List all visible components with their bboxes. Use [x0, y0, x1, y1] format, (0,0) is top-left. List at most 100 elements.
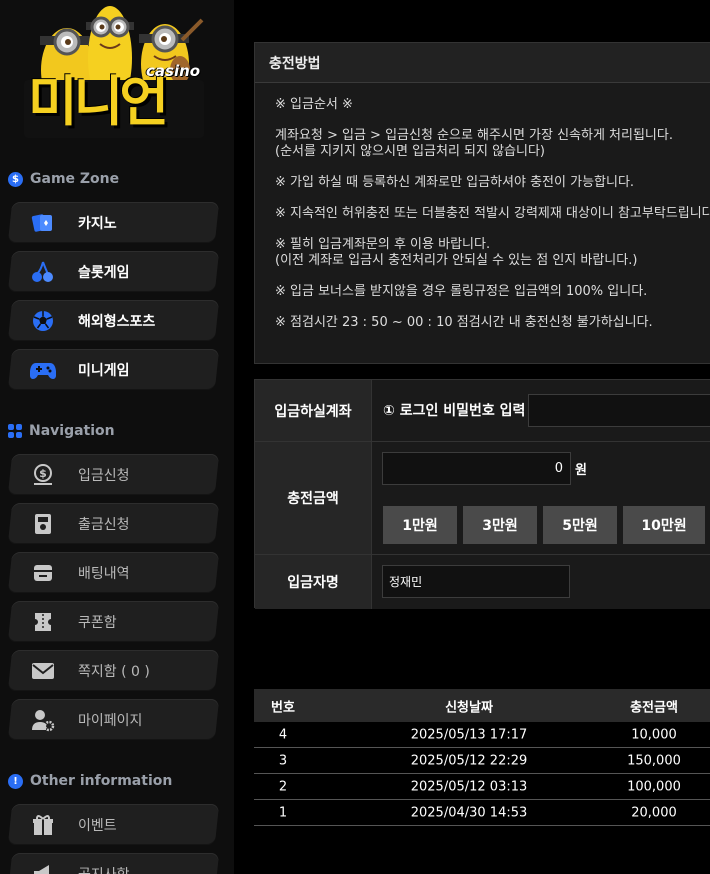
sidebar-item-label: 카지노 [78, 215, 117, 232]
soccer-ball-icon [30, 308, 56, 334]
grid-icon [8, 424, 22, 438]
sidebar-item-slot[interactable]: 슬롯게임 [7, 251, 220, 292]
sidebar-item-label: 마이페이지 [78, 712, 143, 729]
amount-input[interactable] [382, 452, 571, 485]
account-label: 입금하실계좌 [255, 380, 372, 441]
envelope-icon [30, 658, 56, 684]
col-header-amount: 충전금액 [630, 700, 678, 715]
sidebar-item-label: 공지사항 [78, 864, 130, 874]
sidebar-item-label: 슬롯게임 [78, 264, 130, 281]
sidebar-item-label: 입금신청 [78, 467, 130, 484]
main-content: 충전방법 ※ 입금순서 ※ 계좌요청 > 입금 > 입금신청 순으로 해주시면 … [234, 0, 710, 874]
method-line: ※ 필히 입금계좌문의 후 이용 바랍니다. [275, 237, 491, 252]
deposit-form: 입금하실계좌 ① 로그인 비밀번호 입력 충전금액 원 1만원 3만원 5만원 … [254, 379, 710, 609]
brand-name: 미니언 [28, 70, 169, 133]
cards-icon [30, 210, 56, 236]
sidebar-item-mypage[interactable]: 마이페이지 [7, 699, 220, 740]
brand-tagline: casino [146, 62, 201, 80]
depositor-label: 입금자명 [255, 555, 372, 609]
user-gear-icon [30, 707, 56, 733]
method-line: (이전 계좌로 입금시 충전처리가 안되실 수 있는 점 인지 바랍니다.) [275, 253, 638, 268]
account-row: 입금하실계좌 ① 로그인 비밀번호 입력 [255, 380, 710, 442]
quick-amount-50k-button[interactable]: 5만원 [543, 506, 617, 544]
sidebar-item-notice[interactable]: 공지사항 [7, 853, 220, 874]
col-header-date: 신청날짜 [445, 700, 493, 715]
megaphone-icon [30, 861, 56, 874]
row-date: 2025/05/12 22:29 [410, 753, 528, 768]
sidebar-item-label: 미니게임 [78, 362, 130, 379]
method-line: ※ 입금 보너스를 받지않을 경우 롤링규정은 입금액의 100% 입니다. [275, 284, 648, 299]
sidebar-item-betting-history[interactable]: 배팅내역 [7, 552, 220, 593]
sidebar-item-deposit[interactable]: $ 입금신청 [7, 454, 220, 495]
table-row[interactable]: 3 2025/05/12 22:29 150,000 [254, 748, 710, 774]
method-line: ※ 가입 하실 때 등록하신 계좌로만 입금하셔야 충전이 가능합니다. [275, 175, 635, 190]
method-line: ※ 점검시간 23 : 50 ~ 00 : 10 점검시간 내 충전신청 불가하… [275, 315, 653, 330]
col-header-number: 번호 [271, 700, 295, 715]
sidebar-item-coupons[interactable]: 쿠폰함 [7, 601, 220, 642]
quick-amount-10k-button[interactable]: 1만원 [383, 506, 457, 544]
password-input[interactable] [528, 394, 710, 427]
deposit-method-panel: 충전방법 ※ 입금순서 ※ 계좌요청 > 입금 > 입금신청 순으로 해주시면 … [254, 42, 710, 364]
sidebar-item-label: 이벤트 [78, 817, 117, 834]
row-date: 2025/05/13 17:17 [410, 727, 528, 742]
sidebar: 미니언 casino $ Game Zone 카지노 슬롯게임 해외형스포츠 미… [0, 0, 234, 874]
password-prompt: ① 로그인 비밀번호 입력 [383, 403, 526, 419]
navigation-heading: Navigation [8, 423, 115, 439]
amount-label: 충전금액 [255, 442, 372, 554]
method-line: ※ 입금순서 ※ [275, 97, 353, 112]
money-bag-icon: $ [30, 462, 56, 488]
sidebar-item-withdraw[interactable]: 출금신청 [7, 503, 220, 544]
quick-amount-100k-button[interactable]: 10만원 [623, 506, 705, 544]
deposit-method-body: ※ 입금순서 ※ 계좌요청 > 입금 > 입금신청 순으로 해주시면 가장 신속… [255, 83, 710, 331]
row-amount: 100,000 [627, 779, 681, 794]
depositor-name-field[interactable]: 정재민 [382, 565, 570, 598]
row-number: 4 [278, 727, 288, 742]
cherry-icon [30, 259, 56, 285]
row-date: 2025/04/30 14:53 [410, 805, 528, 820]
sidebar-item-minigame[interactable]: 미니게임 [7, 349, 220, 390]
atm-icon [30, 511, 56, 537]
dollar-icon: $ [8, 171, 23, 187]
row-amount: 20,000 [631, 805, 677, 820]
method-line: (순서를 지키지 않으시면 입금처리 되지 않습니다) [275, 144, 546, 159]
sidebar-item-label: 쿠폰함 [78, 614, 117, 631]
svg-text:$: $ [39, 467, 47, 480]
amount-unit: 원 [575, 463, 587, 478]
amount-row: 충전금액 원 1만원 3만원 5만원 10만원 [255, 442, 710, 555]
brand-logo[interactable]: 미니언 casino [22, 0, 212, 142]
sidebar-item-label: 배팅내역 [78, 565, 130, 582]
other-info-title: Other information [30, 773, 173, 789]
sidebar-item-sports[interactable]: 해외형스포츠 [7, 300, 220, 341]
sidebar-item-label: 출금신청 [78, 516, 130, 533]
row-amount: 150,000 [627, 753, 681, 768]
sidebar-item-label: 해외형스포츠 [78, 313, 156, 330]
table-row[interactable]: 1 2025/04/30 14:53 20,000 [254, 800, 710, 826]
table-row[interactable]: 2 2025/05/12 03:13 100,000 [254, 774, 710, 800]
method-line: ※ 지속적인 허위충전 또는 더블충전 적발시 강력제재 대상이니 참고부탁드립… [275, 206, 710, 221]
sidebar-item-casino[interactable]: 카지노 [7, 202, 220, 243]
info-icon: ! [8, 773, 23, 789]
gift-icon [30, 812, 56, 838]
wallet-icon [30, 560, 56, 586]
row-number: 3 [278, 753, 288, 768]
game-zone-title: Game Zone [30, 171, 120, 187]
quick-amount-30k-button[interactable]: 3만원 [463, 506, 537, 544]
row-number: 2 [278, 779, 288, 794]
sidebar-item-events[interactable]: 이벤트 [7, 804, 220, 845]
game-zone-heading: $ Game Zone [8, 171, 119, 187]
table-row[interactable]: 4 2025/05/13 17:17 10,000 [254, 722, 710, 748]
other-info-heading: ! Other information [8, 773, 172, 789]
row-date: 2025/05/12 03:13 [410, 779, 528, 794]
gamepad-icon [30, 357, 56, 383]
depositor-row: 입금자명 정재민 [255, 555, 710, 609]
row-amount: 10,000 [631, 727, 677, 742]
deposit-history-table: 번호 신청날짜 충전금액 4 2025/05/13 17:17 10,000 3… [254, 689, 710, 826]
row-number: 1 [278, 805, 288, 820]
table-header: 번호 신청날짜 충전금액 [254, 689, 710, 722]
method-line: 계좌요청 > 입금 > 입금신청 순으로 해주시면 가장 신속하게 처리됩니다. [275, 128, 673, 143]
sidebar-item-label: 쪽지함 ( 0 ) [78, 663, 150, 680]
navigation-title: Navigation [29, 423, 115, 439]
sidebar-item-messages[interactable]: 쪽지함 ( 0 ) [7, 650, 220, 691]
ticket-icon [30, 609, 56, 635]
deposit-method-title: 충전방법 [255, 43, 710, 83]
